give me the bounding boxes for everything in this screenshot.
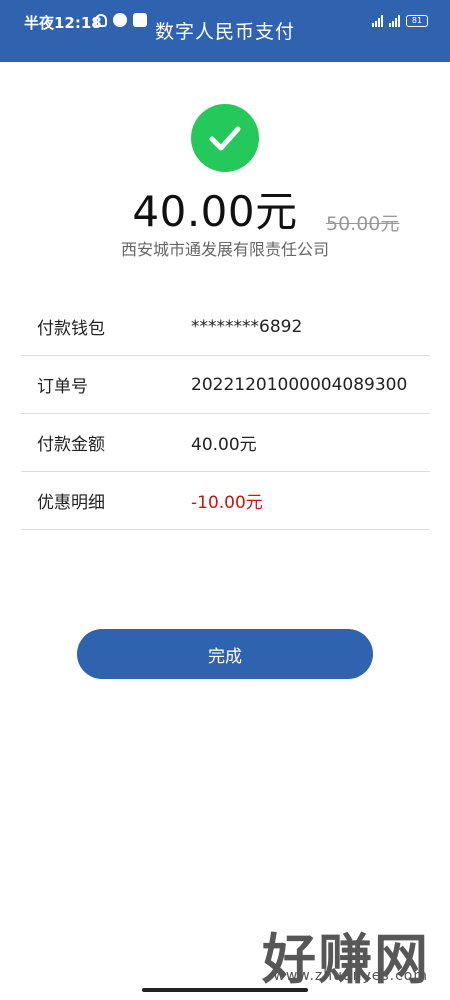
merchant-name: 西安城市通发展有限责任公司 [120, 240, 329, 259]
detail-label: 订单号 [37, 377, 88, 397]
app-header: 半夜12:18 数字人民币支付 81 [0, 0, 450, 62]
done-button[interactable]: 完成 [77, 629, 373, 679]
success-check-icon [191, 104, 259, 172]
battery-icon: 81 [406, 15, 428, 27]
home-indicator[interactable] [142, 988, 308, 992]
status-system-icons: 81 [372, 14, 428, 27]
signal-icon [372, 14, 383, 27]
detail-value: 40.00元 [191, 435, 257, 455]
signal-icon [389, 14, 400, 27]
watermark-url: www.zhuanyes.com [273, 968, 428, 984]
detail-value: ********6892 [191, 316, 303, 337]
detail-label: 付款钱包 [37, 319, 105, 339]
detail-label: 付款金额 [37, 435, 105, 455]
detail-row-order-number: 订单号 20221201000004089300 [21, 356, 430, 414]
detail-value: 20221201000004089300 [191, 374, 408, 395]
detail-row-wallet: 付款钱包 ********6892 [21, 298, 430, 356]
detail-value-discount: -10.00元 [191, 493, 263, 513]
detail-label: 优惠明细 [37, 493, 105, 513]
original-amount: 50.00元 [326, 213, 400, 235]
detail-row-discount: 优惠明细 -10.00元 [21, 472, 430, 530]
detail-row-payment-amount: 付款金额 40.00元 [21, 414, 430, 472]
payment-details: 付款钱包 ********6892 订单号 202212010000040893… [21, 298, 430, 530]
